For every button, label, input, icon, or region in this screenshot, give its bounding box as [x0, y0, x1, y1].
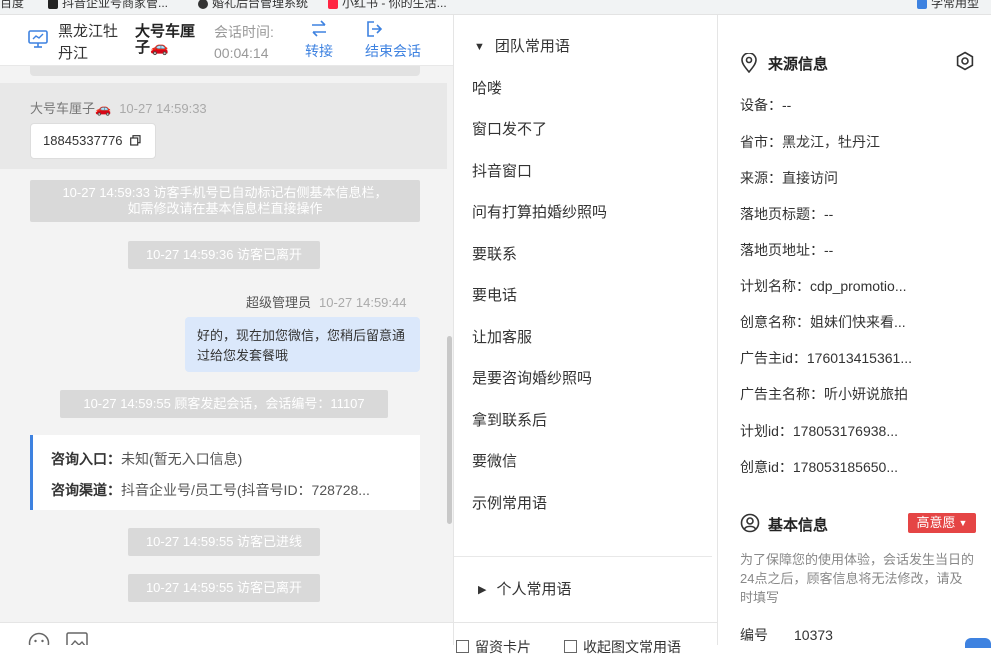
source-info-title: 来源信息: [768, 56, 829, 73]
source-device: 设备：--: [740, 97, 792, 113]
settings-icon[interactable]: [955, 51, 975, 71]
chat-scrollbar[interactable]: [447, 336, 452, 524]
bookmark-douyin[interactable]: 抖音企业号商家管...: [48, 0, 168, 11]
intent-level-dropdown[interactable]: 高意愿 ▼: [908, 513, 976, 533]
edit-notice: 为了保障您的使用体验，会话发生当日的24点之后，顾客信息将无法修改，请及时填写: [740, 552, 975, 605]
agent-message-bubble: 好的，现在加您微信，您稍后留意通过给您发套餐哦: [185, 317, 420, 372]
bookmark-icon: [917, 0, 927, 9]
chat-messages[interactable]: 大号车厘子🚗 10-27 14:59:33 18845337776 10-27 1…: [0, 66, 453, 622]
message-time: 10-27 14:59:44: [319, 295, 407, 310]
quick-reply-item[interactable]: 要微信: [472, 450, 517, 471]
visitor-name: 大号车厘子🚗: [135, 23, 196, 56]
system-message: 10-27 14:59:55 访客已离开: [128, 574, 320, 602]
quick-reply-item[interactable]: 是要咨询婚纱照吗: [472, 367, 592, 388]
sender-name: 超级管理员: [246, 295, 312, 310]
bookmark-baidu[interactable]: 百度: [0, 0, 24, 11]
copy-icon[interactable]: [130, 135, 141, 146]
quick-reply-item[interactable]: 窗口发不了: [472, 118, 547, 139]
system-message: 10-27 14:59:55 顾客发起会话，会话编号：11107: [60, 390, 388, 418]
caret-right-icon: ▶: [478, 584, 487, 596]
douyin-icon: [48, 0, 58, 9]
quick-reply-footer: 留资卡片 收起图文常用语: [454, 622, 717, 655]
source-creative-name: 创意名称：姐妹们快来看...: [740, 314, 906, 330]
bookmark-wedding-admin[interactable]: 婚礼后台管理系统: [198, 0, 308, 11]
end-session-button[interactable]: 结束会话: [365, 20, 421, 61]
source-landing-url: 落地页地址：--: [740, 242, 834, 258]
message-time: 10-27 14:59:33: [119, 101, 207, 116]
collapse-rich-phrases-toggle[interactable]: 收起图文常用语: [564, 637, 681, 657]
system-message: 10-27 14:59:33 访客手机号已自动标记右侧基本信息栏， 如需修改请在…: [30, 180, 420, 222]
source-province-city: 省市：黑龙江，牡丹江: [740, 134, 880, 150]
previous-message: [30, 66, 420, 76]
personal-phrases-group[interactable]: ▶ 个人常用语: [478, 578, 571, 599]
xiaohongshu-icon: [328, 0, 338, 9]
system-message: 10-27 14:59:36 访客已离开: [128, 241, 320, 269]
session-time-label: 会话时间:: [214, 24, 274, 40]
visitor-location: 黑龙江牡丹江: [58, 23, 119, 62]
divider: [454, 556, 712, 557]
source-plan-id: 计划id：178053176938...: [740, 423, 898, 439]
chat-pane: 黑龙江牡丹江 大号车厘子🚗 会话时间: 00:04:14 转接 结束会话 大号车…: [0, 15, 454, 645]
session-time-value: 00:04:14: [214, 45, 269, 61]
transfer-button[interactable]: 转接: [305, 20, 333, 61]
visitor-message-meta: 大号车厘子🚗 10-27 14:59:33: [30, 98, 207, 117]
source-advertiser-name: 广告主名称：听小妍说旅拍: [740, 386, 908, 402]
quick-reply-item[interactable]: 要联系: [472, 243, 517, 264]
footer-left-label: 留资卡片: [475, 639, 531, 655]
logout-icon: [367, 21, 383, 37]
source-origin: 来源：直接访问: [740, 170, 838, 186]
system-message-line: 10-27 14:59:33 访客手机号已自动标记右侧基本信息栏，: [62, 185, 388, 200]
intent-tag-label: 高意愿: [916, 515, 956, 530]
visitor-id-value: 10373: [794, 627, 833, 643]
quick-reply-item[interactable]: 哈喽: [472, 77, 502, 98]
source-advertiser-id: 广告主id：176013415361...: [740, 350, 912, 366]
smile-icon[interactable]: [28, 632, 50, 645]
quick-reply-item[interactable]: 让加客服: [472, 326, 532, 347]
transfer-icon: [312, 20, 326, 37]
chat-toolbar: [0, 622, 453, 645]
bookmark-learn[interactable]: 学常用型: [917, 0, 979, 11]
bookmark-xiaohongshu[interactable]: 小红书 - 你的生活...: [328, 0, 447, 11]
sender-name: 大号车厘子🚗: [30, 101, 112, 116]
checkbox-icon: [564, 640, 577, 653]
caret-down-icon: ▼: [474, 41, 485, 53]
bookmarks-bar: 百度 抖音企业号商家管... 婚礼后台管理系统 小红书 - 你的生活... 学常…: [0, 0, 991, 15]
source-landing-title: 落地页标题：--: [740, 206, 834, 222]
group-label: 个人常用语: [496, 581, 572, 598]
visitor-id-row: 编号 10373: [740, 625, 833, 645]
image-icon[interactable]: [66, 632, 88, 645]
phone-number-card[interactable]: 18845337776: [30, 123, 156, 159]
consult-info-card: 咨询入口：未知(暂无入口信息) 咨询渠道：抖音企业号/员工号(抖音号ID：728…: [30, 435, 420, 510]
checkbox-icon: [456, 640, 469, 653]
consult-entry: 咨询入口：未知(暂无入口信息): [51, 451, 243, 467]
phone-number: 18845337776: [43, 133, 123, 148]
footer-right-label: 收起图文常用语: [583, 639, 681, 655]
quick-reply-item[interactable]: 要电话: [472, 284, 517, 305]
lead-card-toggle[interactable]: 留资卡片: [456, 637, 531, 657]
monitor-icon: [28, 30, 48, 48]
source-creative-id: 创意id：178053185650...: [740, 459, 898, 475]
team-phrases-group[interactable]: ▼ 团队常用语: [474, 35, 570, 56]
visitor-id-label: 编号: [740, 627, 768, 643]
globe-icon: [198, 0, 208, 9]
quick-reply-item[interactable]: 拿到联系后: [472, 409, 547, 430]
quick-reply-item[interactable]: 问有打算拍婚纱照吗: [472, 201, 607, 222]
location-pin-icon: [741, 53, 757, 73]
agent-message-meta: 超级管理员 10-27 14:59:44: [246, 292, 406, 311]
user-circle-icon: [740, 513, 760, 533]
chat-header: 黑龙江牡丹江 大号车厘子🚗 会话时间: 00:04:14 转接 结束会话: [0, 15, 453, 66]
caret-down-icon: ▼: [958, 518, 968, 528]
system-message-line: 如需修改请在基本信息栏直接操作: [127, 201, 323, 216]
quick-reply-item[interactable]: 抖音窗口: [472, 160, 532, 181]
transfer-label: 转接: [305, 43, 333, 59]
basic-info-title: 基本信息: [768, 517, 829, 534]
source-plan-name: 计划名称：cdp_promotio...: [740, 278, 907, 294]
quick-reply-item[interactable]: 示例常用语: [472, 492, 547, 513]
end-session-label: 结束会话: [365, 43, 421, 59]
floating-action-button[interactable]: [965, 638, 991, 648]
consult-channel: 咨询渠道：抖音企业号/员工号(抖音号ID：728728...: [51, 482, 370, 498]
group-label: 团队常用语: [494, 38, 570, 55]
system-message: 10-27 14:59:55 访客已进线: [128, 528, 320, 556]
